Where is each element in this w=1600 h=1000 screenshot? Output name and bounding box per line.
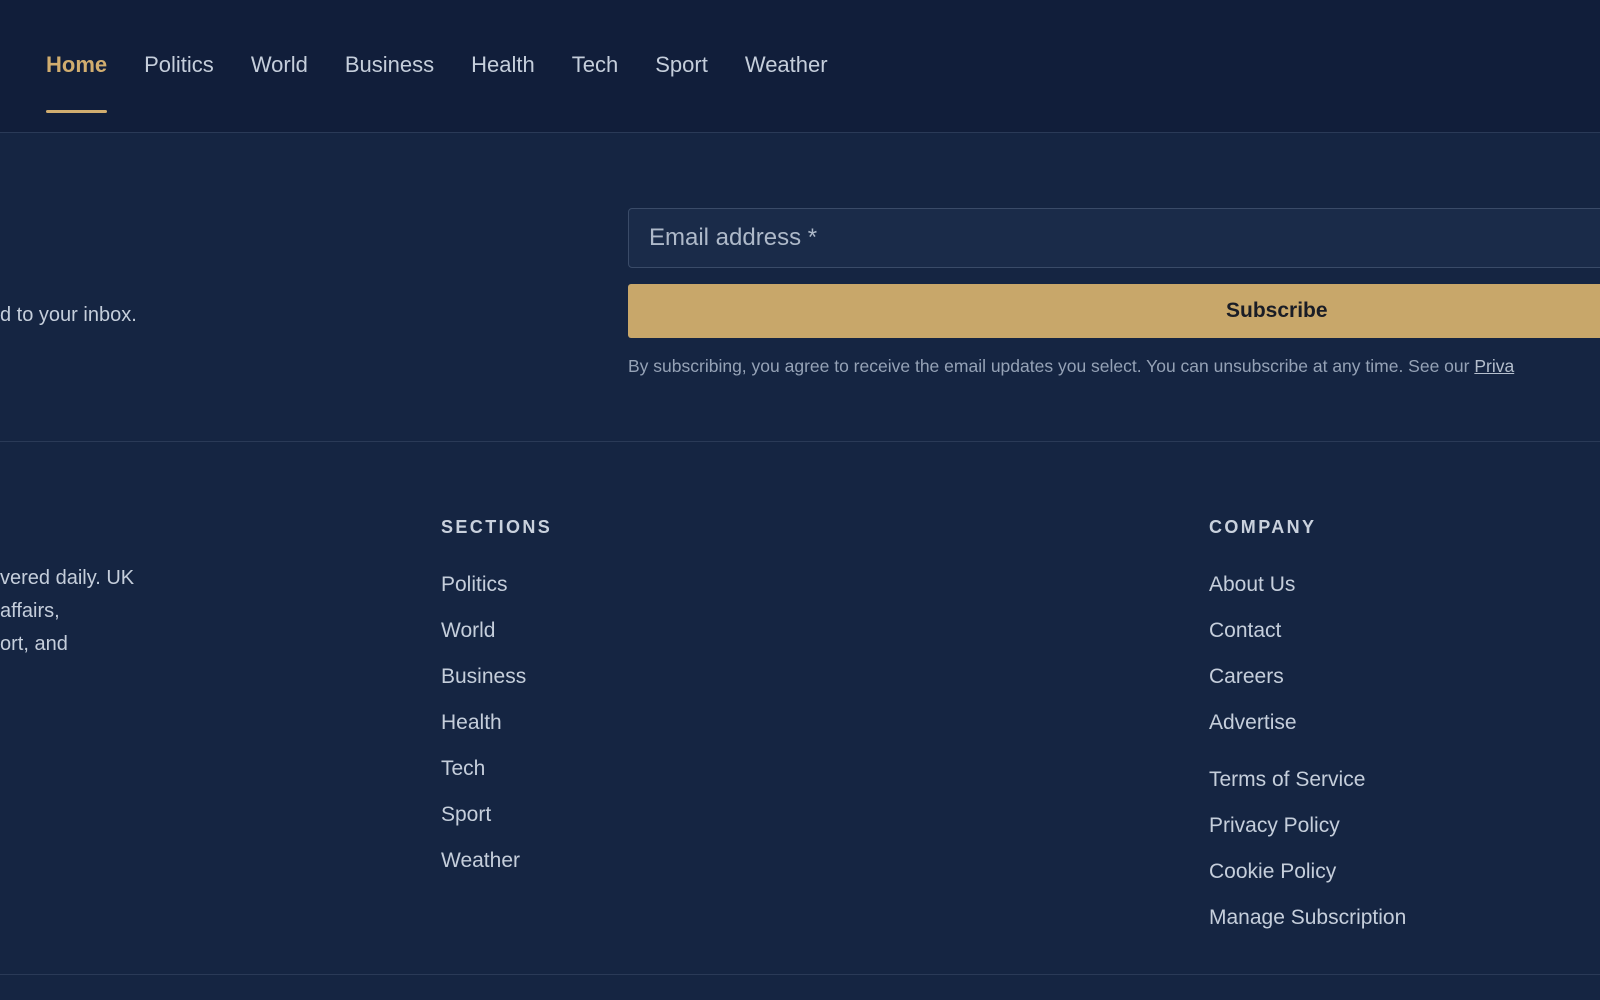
footer-link-careers[interactable]: Careers xyxy=(1209,662,1406,708)
footer-link-health[interactable]: Health xyxy=(441,708,526,754)
footer-link-business[interactable]: Business xyxy=(441,662,526,708)
company-heading: COMPANY xyxy=(1209,517,1317,537)
nav-item-label: Business xyxy=(344,52,435,77)
nav-item-business[interactable]: Business xyxy=(345,49,434,81)
privacy-policy-link[interactable]: Priva xyxy=(1474,356,1514,376)
footer-link-politics[interactable]: Politics xyxy=(441,570,526,616)
nav-item-label: Home xyxy=(46,52,108,77)
footer-link-weather[interactable]: Weather xyxy=(441,846,526,892)
footer-about-text: vered daily. UK affairs, ort, and xyxy=(0,567,135,655)
site-footer: vered daily. UK affairs, ort, and SECTIO… xyxy=(0,442,1600,975)
footer-link-cookie-policy[interactable]: Cookie Policy xyxy=(1209,857,1406,903)
subscribe-button[interactable]: Subscribe xyxy=(628,284,1600,338)
footer-link-sport[interactable]: Sport xyxy=(441,800,526,846)
top-navigation: Home Politics World Business Health Tech… xyxy=(0,0,1600,133)
footer-link-about-us[interactable]: About Us xyxy=(1209,570,1406,616)
nav-list: Home Politics World Business Health Tech… xyxy=(46,49,865,113)
nav-item-label: Politics xyxy=(144,52,214,77)
footer-link-contact[interactable]: Contact xyxy=(1209,616,1406,662)
nav-item-sport[interactable]: Sport xyxy=(655,49,708,81)
nav-item-weather[interactable]: Weather xyxy=(745,49,828,81)
newsletter-signup: d to your inbox. Subscribe By subscribin… xyxy=(0,134,1600,442)
footer-link-terms-of-service[interactable]: Terms of Service xyxy=(1209,765,1406,811)
nav-item-label: Tech xyxy=(571,52,619,77)
footer-link-tech[interactable]: Tech xyxy=(441,754,526,800)
sections-link-list: Politics World Business Health Tech Spor… xyxy=(441,570,526,892)
nav-item-label: Sport xyxy=(655,52,708,77)
nav-item-label: World xyxy=(250,52,308,77)
footer-link-privacy-policy[interactable]: Privacy Policy xyxy=(1209,811,1406,857)
disclaimer-text: By subscribing, you agree to receive the… xyxy=(628,356,1475,376)
nav-item-politics[interactable]: Politics xyxy=(144,49,214,81)
nav-item-label: Health xyxy=(471,52,535,77)
email-field[interactable] xyxy=(628,208,1600,268)
active-nav-indicator xyxy=(46,110,108,113)
nav-item-tech[interactable]: Tech xyxy=(572,49,618,81)
nav-item-world[interactable]: World xyxy=(251,49,308,81)
footer-link-world[interactable]: World xyxy=(441,616,526,662)
newsletter-disclaimer: By subscribing, you agree to receive the… xyxy=(628,356,1514,377)
nav-item-health[interactable]: Health xyxy=(471,49,535,81)
company-link-list: About Us Contact Careers Advertise Terms… xyxy=(1209,570,1406,949)
footer-link-advertise[interactable]: Advertise xyxy=(1209,708,1406,754)
newsletter-tagline: d to your inbox. xyxy=(0,304,137,326)
sections-heading: SECTIONS xyxy=(441,517,553,537)
nav-item-home[interactable]: Home xyxy=(46,49,108,113)
nav-item-label: Weather xyxy=(744,52,828,77)
footer-link-manage-subscription[interactable]: Manage Subscription xyxy=(1209,903,1406,949)
